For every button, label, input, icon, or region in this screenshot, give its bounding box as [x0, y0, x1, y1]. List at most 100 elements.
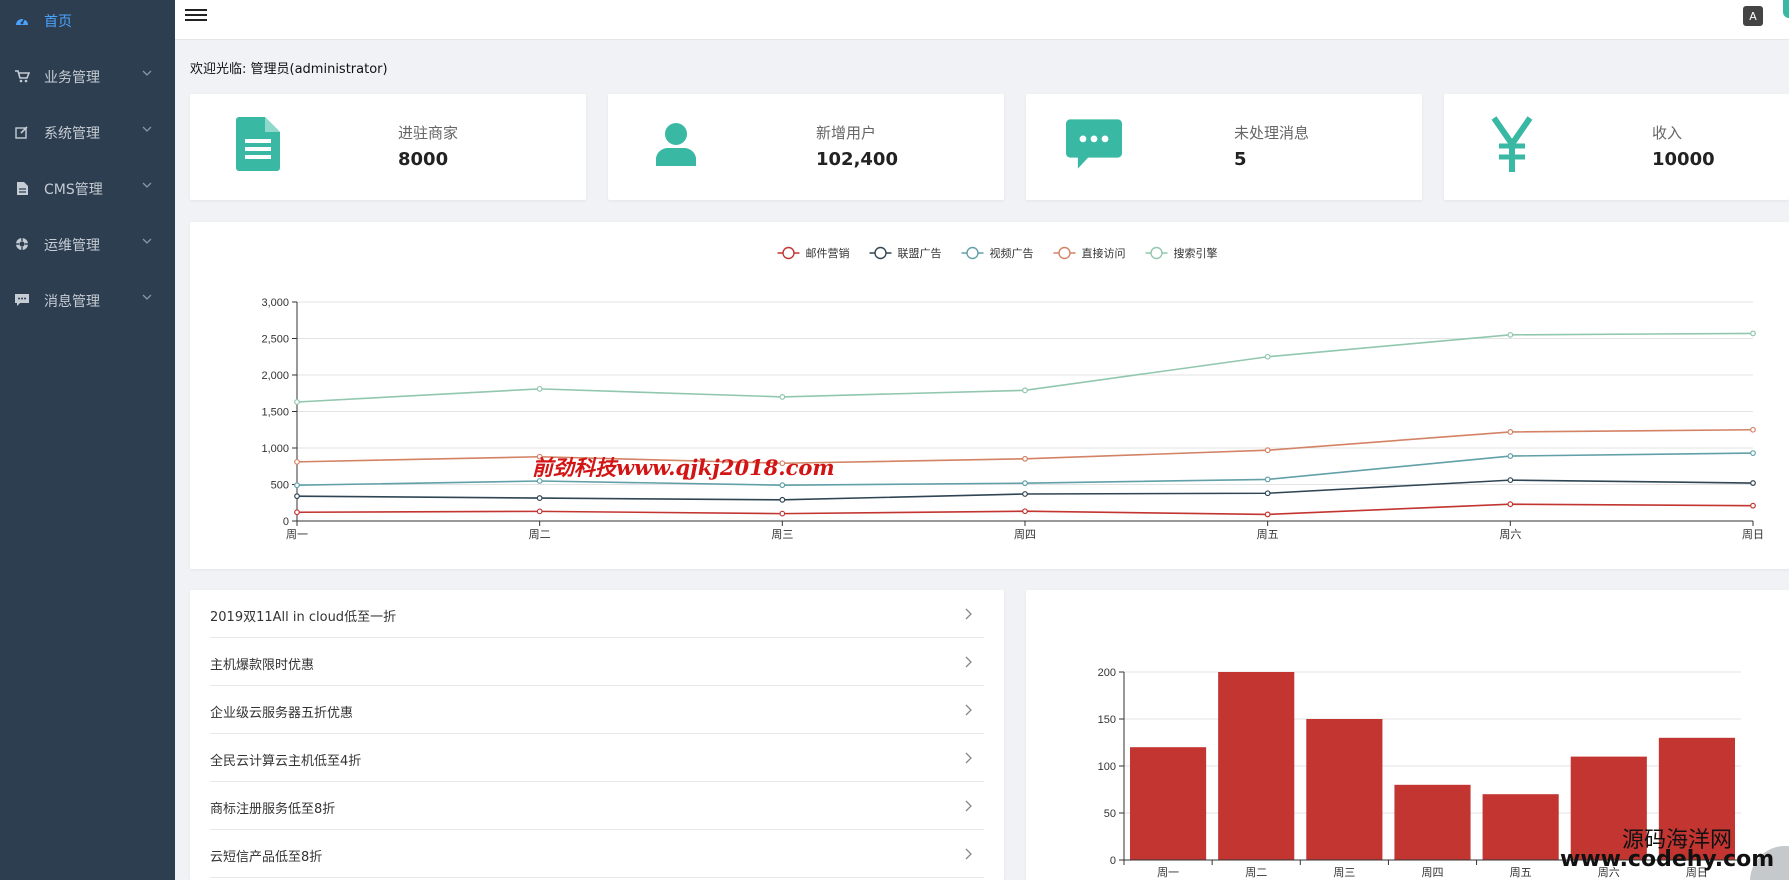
- list-item[interactable]: 企业级云服务器五折优惠: [210, 686, 984, 734]
- stat-label: 未处理消息: [1234, 124, 1310, 142]
- legend-item: 联盟广告: [869, 246, 942, 260]
- chevron-right-icon: [965, 752, 972, 764]
- user-icon: [648, 116, 704, 172]
- chevron-down-icon: [142, 70, 152, 76]
- sidebar-item-home[interactable]: 首页: [0, 0, 175, 40]
- data-point: [536, 478, 543, 484]
- menu-toggle-icon[interactable]: [185, 6, 207, 24]
- data-point: [1022, 480, 1028, 487]
- y-tick-label: 50: [1104, 808, 1116, 820]
- y-tick-label: 2,500: [261, 334, 289, 346]
- x-tick-label: 周日: [1742, 528, 1764, 541]
- legend-label: 视频广告: [990, 246, 1034, 260]
- legend-item: 搜索引擎: [1145, 246, 1218, 260]
- x-tick-label: 周四: [1014, 528, 1036, 541]
- data-point: [1022, 455, 1028, 462]
- dashboard-icon: [14, 12, 30, 28]
- language-icon[interactable]: A: [1743, 6, 1763, 26]
- data-point: [1264, 476, 1271, 483]
- data-point: [1507, 429, 1514, 435]
- y-tick-label: 2,000: [261, 370, 289, 382]
- data-point: [536, 508, 543, 515]
- data-point: [779, 393, 786, 400]
- data-point: [1022, 508, 1028, 515]
- chevron-right-icon: [965, 608, 972, 620]
- data-point: [294, 509, 300, 516]
- y-tick-label: 500: [271, 480, 289, 492]
- data-point: [1264, 447, 1271, 454]
- legend-label: 邮件营销: [806, 246, 850, 260]
- x-tick-label: 周二: [1245, 866, 1267, 879]
- comment-icon: [14, 292, 30, 308]
- data-point: [294, 399, 300, 405]
- data-point: [779, 496, 786, 503]
- y-tick-label: 0: [1110, 855, 1116, 867]
- line-chart: 0 500 1,000 1,500 2,000 2,500 3,000 周一 周二 周三 周四 周五 周…: [261, 246, 1764, 541]
- y-tick-label: 1,500: [261, 407, 289, 419]
- stat-card-messages: 未处理消息 5: [1026, 94, 1422, 200]
- chevron-right-icon: [965, 704, 972, 716]
- data-point: [779, 510, 786, 517]
- bar: [1306, 719, 1383, 860]
- stat-value: 5: [1234, 149, 1247, 170]
- watermark-site-url: www.codehy.com: [1560, 847, 1775, 872]
- bar: [1218, 672, 1295, 860]
- cart-icon: [14, 68, 30, 84]
- stat-label: 进驻商家: [398, 124, 459, 142]
- sidebar-item-label: 业务管理: [44, 70, 100, 86]
- list-item[interactable]: 商标注册服务低至8折: [210, 782, 984, 830]
- stat-value: 10000: [1652, 149, 1715, 170]
- data-point: [1750, 480, 1756, 486]
- yen-icon: [1484, 116, 1540, 172]
- stat-card-income: 收入 10000: [1444, 94, 1789, 200]
- data-point: [779, 482, 786, 489]
- data-point: [1750, 426, 1756, 433]
- sidebar-item-cms[interactable]: CMS管理: [0, 168, 175, 208]
- list-item[interactable]: 2019双11All in cloud低至一折: [210, 590, 984, 638]
- x-tick-label: 周五: [1510, 866, 1532, 879]
- x-tick-label: 周五: [1257, 528, 1279, 541]
- file-icon: [230, 116, 286, 172]
- data-point: [779, 460, 786, 467]
- line-chart-card: 0 500 1,000 1,500 2,000 2,500 3,000 周一 周二 周三 周四 周五 周…: [190, 222, 1789, 569]
- data-point: [1022, 491, 1028, 497]
- chevron-down-icon: [142, 126, 152, 132]
- document-icon: [14, 180, 30, 196]
- data-point: [1022, 387, 1028, 394]
- data-point: [536, 453, 543, 460]
- stat-label: 收入: [1652, 124, 1683, 142]
- sidebar-item-ops[interactable]: 运维管理: [0, 224, 175, 264]
- legend-label: 直接访问: [1082, 246, 1126, 260]
- x-tick-label: 周三: [771, 528, 793, 541]
- legend-label: 搜索引擎: [1174, 246, 1218, 260]
- data-point: [1750, 330, 1756, 337]
- legend-swatch-marker: [782, 246, 795, 260]
- legend-swatch-marker: [874, 246, 887, 260]
- sidebar-item-business[interactable]: 业务管理: [0, 56, 175, 96]
- stat-card-users: 新增用户 102,400: [608, 94, 1004, 200]
- list-item[interactable]: 主机爆款限时优惠: [210, 638, 984, 686]
- legend-item: 邮件营销: [777, 246, 850, 260]
- legend-item: 视频广告: [961, 246, 1034, 260]
- list-item[interactable]: 云短信产品低至8折: [210, 830, 984, 878]
- chevron-right-icon: [965, 800, 972, 812]
- sidebar-item-messages[interactable]: 消息管理: [0, 280, 175, 320]
- sidebar-item-label: 消息管理: [44, 294, 100, 310]
- edit-icon: [14, 124, 30, 140]
- chevron-down-icon: [142, 238, 152, 244]
- data-point: [1264, 490, 1271, 497]
- sidebar-item-label: CMS管理: [44, 182, 103, 198]
- y-tick-label: 150: [1098, 714, 1116, 726]
- welcome-text: 欢迎光临: 管理员(administrator): [190, 62, 388, 77]
- y-tick-label: 3,000: [261, 297, 289, 309]
- list-item[interactable]: 全民云计算云主机低至4折: [210, 734, 984, 782]
- data-point: [1507, 477, 1514, 484]
- sidebar-item-label: 首页: [44, 14, 72, 30]
- lifebuoy-icon: [14, 236, 30, 252]
- x-tick-label: 周四: [1422, 866, 1444, 879]
- sidebar-item-system[interactable]: 系统管理: [0, 112, 175, 152]
- y-tick-label: 200: [1098, 667, 1116, 679]
- sidebar: 首页 业务管理 系统管理 CMS管理 运维管理 消息管理: [0, 0, 175, 880]
- data-point: [536, 385, 543, 392]
- legend-swatch-marker: [966, 246, 979, 260]
